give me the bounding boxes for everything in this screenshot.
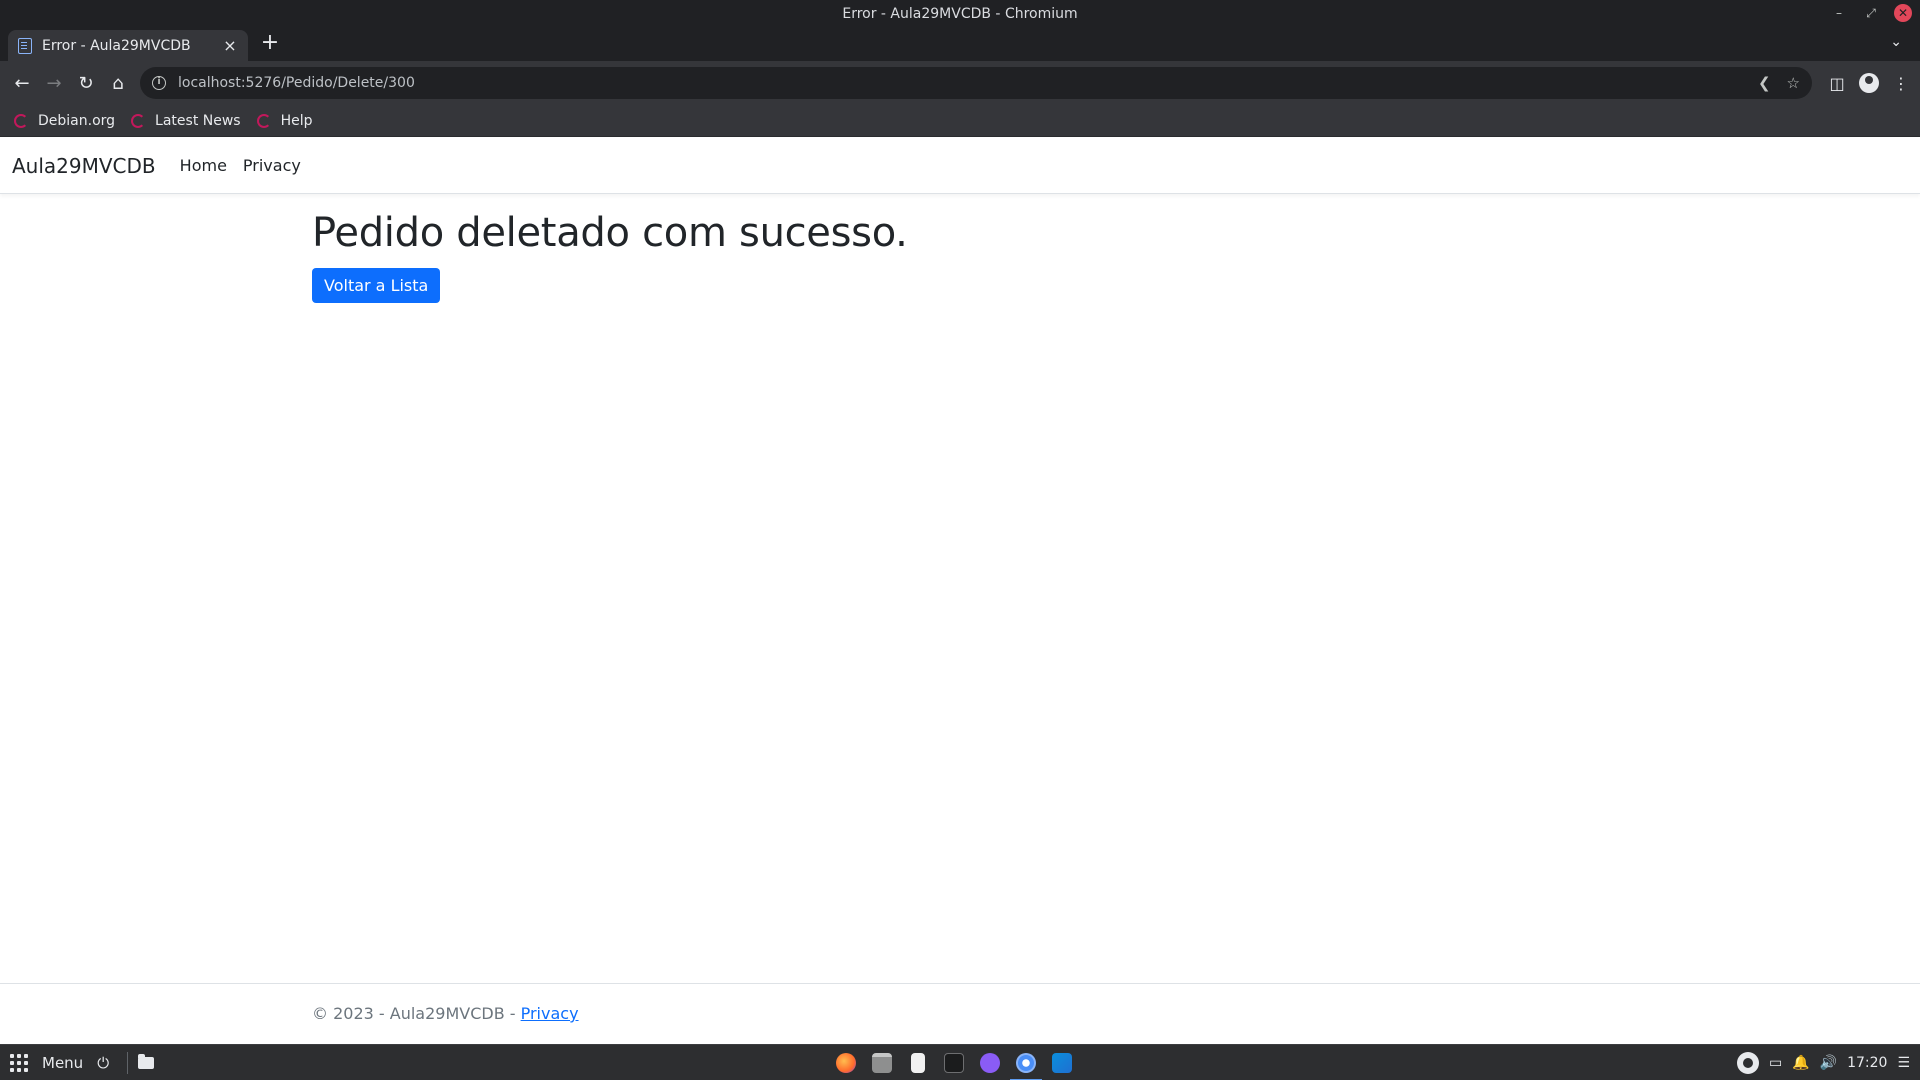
share-icon[interactable]: ❮ bbox=[1758, 74, 1771, 92]
files-icon[interactable] bbox=[872, 1053, 892, 1073]
back-to-list-button[interactable]: Voltar a Lista bbox=[312, 268, 441, 303]
bookmark-label: Latest News bbox=[155, 112, 241, 129]
site-brand-link[interactable]: Aula29MVCDB bbox=[12, 154, 156, 178]
toolbar-right-actions: ◫ ⋮ bbox=[1826, 67, 1912, 99]
terminal-icon[interactable] bbox=[944, 1053, 964, 1073]
volume-icon[interactable]: 🔊 bbox=[1820, 1055, 1837, 1071]
forward-arrow-icon[interactable]: → bbox=[38, 67, 70, 99]
bookmark-star-icon[interactable]: ☆ bbox=[1787, 74, 1800, 92]
back-arrow-icon[interactable]: ← bbox=[6, 67, 38, 99]
page-favicon-icon bbox=[18, 37, 32, 54]
address-bar[interactable]: i localhost:5276/Pedido/Delete/300 ❮ ☆ bbox=[140, 67, 1812, 99]
debian-swirl-icon bbox=[256, 113, 271, 128]
bookmark-label: Help bbox=[280, 112, 313, 129]
site-footer: © 2023 - Aula29MVCDB - Privacy bbox=[0, 983, 1920, 1044]
system-tray: ▭ 🔔 🔊 17:20 ☰ bbox=[1736, 1045, 1910, 1080]
taskbar-apps bbox=[836, 1045, 1072, 1080]
debian-swirl-icon bbox=[14, 113, 28, 128]
eye-tray-icon[interactable] bbox=[1736, 1052, 1759, 1074]
menu-button[interactable]: Menu bbox=[42, 1054, 83, 1072]
close-window-icon[interactable]: ✕ bbox=[1894, 4, 1912, 22]
browser-tab[interactable]: Error - Aula29MVCDB × bbox=[8, 30, 248, 61]
notification-bell-icon[interactable]: 🔔 bbox=[1792, 1055, 1809, 1071]
profile-avatar-icon[interactable] bbox=[1858, 67, 1880, 99]
new-tab-icon[interactable]: + bbox=[258, 32, 282, 56]
page-heading: Pedido deletado com sucesso. bbox=[312, 210, 908, 256]
side-panel-icon[interactable]: ◫ bbox=[1826, 67, 1848, 99]
window-title: Error - Aula29MVCDB - Chromium bbox=[842, 6, 1078, 22]
close-tab-icon[interactable]: × bbox=[222, 36, 238, 55]
bookmark-label: Debian.org bbox=[38, 112, 116, 129]
firefox-icon[interactable] bbox=[836, 1053, 856, 1073]
show-desktop-icon[interactable]: ☰ bbox=[1897, 1055, 1910, 1071]
debian-swirl-icon bbox=[131, 113, 146, 128]
web-page: Aula29MVCDB Home Privacy Pedido deletado… bbox=[0, 138, 1920, 1044]
clock[interactable]: 17:20 bbox=[1847, 1055, 1887, 1071]
nav-link-home[interactable]: Home bbox=[180, 156, 227, 175]
minimize-icon[interactable]: – bbox=[1830, 4, 1848, 22]
window-titlebar: Error - Aula29MVCDB - Chromium – ⤢ ✕ bbox=[0, 0, 1920, 28]
nav-link-privacy[interactable]: Privacy bbox=[243, 156, 301, 175]
bookmark-debian[interactable]: Debian.org bbox=[14, 113, 115, 129]
main-content: Pedido deletado com sucesso. Voltar a Li… bbox=[312, 210, 908, 303]
bookmark-help[interactable]: Help bbox=[256, 112, 313, 129]
browser-toolbar: ← → ↻ ⌂ i localhost:5276/Pedido/Delete/3… bbox=[0, 61, 1920, 105]
power-icon[interactable]: ⏻ bbox=[97, 1054, 109, 1072]
bookmarks-bar: Debian.org Latest News Help bbox=[0, 105, 1920, 137]
kebab-menu-icon[interactable]: ⋮ bbox=[1890, 67, 1912, 99]
bookmark-latest-news[interactable]: Latest News bbox=[131, 113, 241, 129]
desktop-taskbar: Menu ⏻ ▭ 🔔 🔊 17:20 ☰ bbox=[0, 1044, 1920, 1080]
home-icon[interactable]: ⌂ bbox=[102, 67, 134, 99]
vscode-icon[interactable] bbox=[1052, 1053, 1072, 1073]
footer-copyright: © 2023 - Aula29MVCDB - bbox=[312, 1004, 521, 1023]
reload-icon[interactable]: ↻ bbox=[70, 67, 102, 99]
tab-title: Error - Aula29MVCDB bbox=[42, 37, 191, 54]
site-navbar: Aula29MVCDB Home Privacy bbox=[0, 138, 1920, 194]
tab-strip: Error - Aula29MVCDB × + ⌄ bbox=[0, 28, 1920, 61]
taskbar-divider bbox=[127, 1052, 129, 1074]
github-desktop-icon[interactable] bbox=[980, 1053, 1000, 1073]
display-icon[interactable]: ▭ bbox=[1769, 1055, 1782, 1071]
footer-privacy-link[interactable]: Privacy bbox=[521, 1004, 579, 1023]
maximize-icon[interactable]: ⤢ bbox=[1862, 4, 1880, 22]
chromium-icon[interactable] bbox=[1010, 1053, 1042, 1080]
window-controls: – ⤢ ✕ bbox=[1830, 4, 1912, 22]
text-editor-icon[interactable] bbox=[911, 1053, 925, 1073]
site-info-icon[interactable]: i bbox=[152, 76, 166, 90]
app-grid-icon[interactable] bbox=[10, 1054, 28, 1072]
url-text[interactable]: localhost:5276/Pedido/Delete/300 bbox=[178, 75, 1742, 91]
folder-icon[interactable] bbox=[138, 1054, 155, 1069]
tab-search-chevron-icon[interactable]: ⌄ bbox=[1890, 34, 1902, 50]
